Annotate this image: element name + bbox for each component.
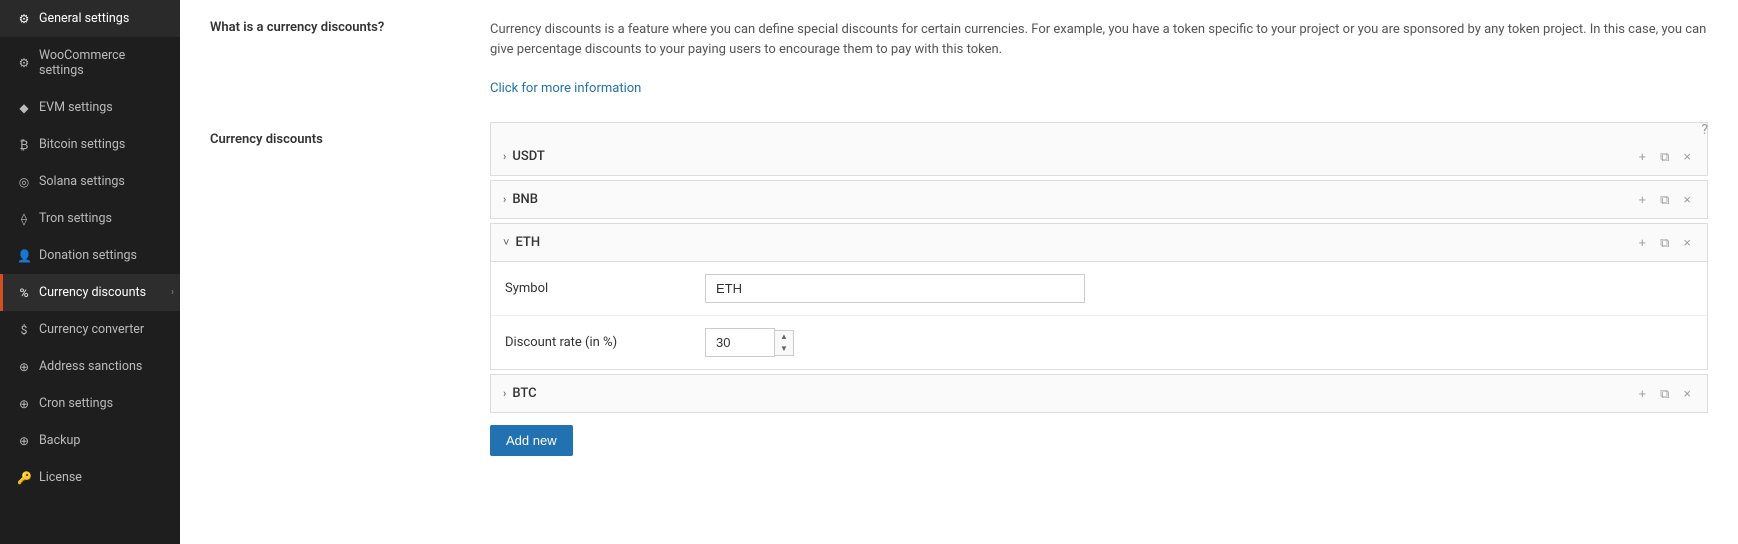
usdt-name: USDT: [512, 149, 1634, 164]
dollar-icon: $: [17, 323, 31, 337]
eth-discount-down-button[interactable]: ▼: [775, 343, 793, 355]
eth-name: ETH: [515, 235, 1634, 250]
btc-actions: + ⧉ ×: [1635, 385, 1695, 402]
eth-remove-button[interactable]: ×: [1679, 234, 1695, 251]
help-icon[interactable]: ?: [1701, 122, 1708, 138]
bitcoin-icon: ₿: [17, 138, 31, 152]
eth-duplicate-button[interactable]: ⧉: [1656, 234, 1673, 251]
backup-icon: ⊕: [17, 434, 31, 448]
bnb-duplicate-button[interactable]: ⧉: [1656, 191, 1673, 208]
sidebar-item-tron-settings[interactable]: ⟠ Tron settings: [0, 200, 180, 237]
gear-icon: ⚙: [17, 56, 31, 70]
bnb-remove-button[interactable]: ×: [1679, 191, 1695, 208]
tron-icon: ⟠: [17, 212, 31, 226]
eth-discount-label: Discount rate (in %): [505, 335, 705, 350]
eth-symbol-label: Symbol: [505, 281, 705, 296]
eth-discount-up-button[interactable]: ▲: [775, 331, 793, 343]
usdt-move-button[interactable]: +: [1635, 148, 1651, 165]
bnb-actions: + ⧉ ×: [1635, 191, 1695, 208]
user-icon: 👤: [17, 249, 31, 263]
sidebar-item-woocommerce-settings[interactable]: ⚙ WooCommerce settings: [0, 37, 180, 89]
eth-discount-spinners: ▲ ▼: [775, 330, 794, 356]
discounts-label: Currency discounts: [210, 122, 470, 147]
currency-header-eth[interactable]: ˅ ETH + ⧉ ×: [491, 224, 1707, 261]
sidebar-item-solana-settings[interactable]: ◎ Solana settings: [0, 163, 180, 200]
btc-remove-button[interactable]: ×: [1679, 385, 1695, 402]
sidebar-item-donation-settings[interactable]: 👤 Donation settings: [0, 237, 180, 274]
info-question: What is a currency discounts?: [210, 20, 470, 35]
sidebar-item-cron-settings[interactable]: ⊕ Cron settings: [0, 385, 180, 422]
sidebar-item-bitcoin-settings[interactable]: ₿ Bitcoin settings: [0, 126, 180, 163]
usdt-remove-button[interactable]: ×: [1679, 148, 1695, 165]
cron-icon: ⊕: [17, 397, 31, 411]
eth-discount-input[interactable]: [705, 328, 775, 357]
shield-icon: ⊕: [17, 360, 31, 374]
info-section: What is a currency discounts? Currency d…: [210, 20, 1708, 98]
info-link[interactable]: Click for more information: [490, 81, 641, 96]
add-new-button[interactable]: Add new: [490, 425, 573, 456]
eth-discount-row: Discount rate (in %) ▲ ▼: [491, 316, 1707, 369]
discounts-content: ? › USDT + ⧉ × › BNB: [490, 122, 1708, 456]
usdt-toggle-icon: ›: [503, 150, 506, 163]
bnb-name: BNB: [512, 192, 1634, 207]
bnb-toggle-icon: ›: [503, 193, 506, 206]
currency-item-bnb: › BNB + ⧉ ×: [490, 180, 1708, 219]
diamond-icon: ◆: [17, 101, 31, 115]
currency-item-usdt: › USDT + ⧉ ×: [490, 122, 1708, 176]
eth-actions: + ⧉ ×: [1635, 234, 1695, 251]
sidebar-item-currency-converter[interactable]: $ Currency converter: [0, 311, 180, 348]
btc-duplicate-button[interactable]: ⧉: [1656, 385, 1673, 402]
main-content: What is a currency discounts? Currency d…: [180, 0, 1738, 544]
eth-toggle-icon: ˅: [503, 236, 509, 249]
currency-item-eth: ˅ ETH + ⧉ × Symbol Discount rate (in %): [490, 223, 1708, 370]
eth-body: Symbol Discount rate (in %) ▲ ▼: [491, 261, 1707, 369]
eth-symbol-row: Symbol: [491, 262, 1707, 316]
sidebar-item-general-settings[interactable]: ⚙ General settings: [0, 0, 180, 37]
btc-name: BTC: [512, 386, 1634, 401]
info-description: Currency discounts is a feature where yo…: [490, 20, 1708, 98]
usdt-duplicate-button[interactable]: ⧉: [1656, 148, 1673, 165]
sidebar-item-currency-discounts[interactable]: % Currency discounts ›: [0, 274, 180, 311]
eth-symbol-input[interactable]: [705, 274, 1085, 303]
sidebar-item-evm-settings[interactable]: ◆ EVM settings: [0, 89, 180, 126]
usdt-actions: + ⧉ ×: [1635, 148, 1695, 165]
currency-item-btc: › BTC + ⧉ ×: [490, 374, 1708, 413]
bnb-move-button[interactable]: +: [1635, 191, 1651, 208]
eth-discount-wrap: ▲ ▼: [705, 328, 794, 357]
sidebar-arrow-icon: ›: [171, 287, 174, 298]
discounts-section: Currency discounts ? › USDT + ⧉ ×: [210, 122, 1708, 456]
percent-icon: %: [17, 286, 31, 300]
sidebar-item-backup[interactable]: ⊕ Backup: [0, 422, 180, 459]
solana-icon: ◎: [17, 175, 31, 189]
sidebar: ⚙ General settings ⚙ WooCommerce setting…: [0, 0, 180, 544]
sidebar-item-license[interactable]: 🔑 License: [0, 459, 180, 496]
key-icon: 🔑: [17, 471, 31, 485]
sidebar-item-address-sanctions[interactable]: ⊕ Address sanctions: [0, 348, 180, 385]
currency-header-bnb[interactable]: › BNB + ⧉ ×: [491, 181, 1707, 218]
btc-move-button[interactable]: +: [1635, 385, 1651, 402]
btc-toggle-icon: ›: [503, 387, 506, 400]
currency-header-usdt[interactable]: › USDT + ⧉ ×: [491, 138, 1707, 175]
eth-move-button[interactable]: +: [1635, 234, 1651, 251]
gear-icon: ⚙: [17, 12, 31, 26]
currency-header-btc[interactable]: › BTC + ⧉ ×: [491, 375, 1707, 412]
